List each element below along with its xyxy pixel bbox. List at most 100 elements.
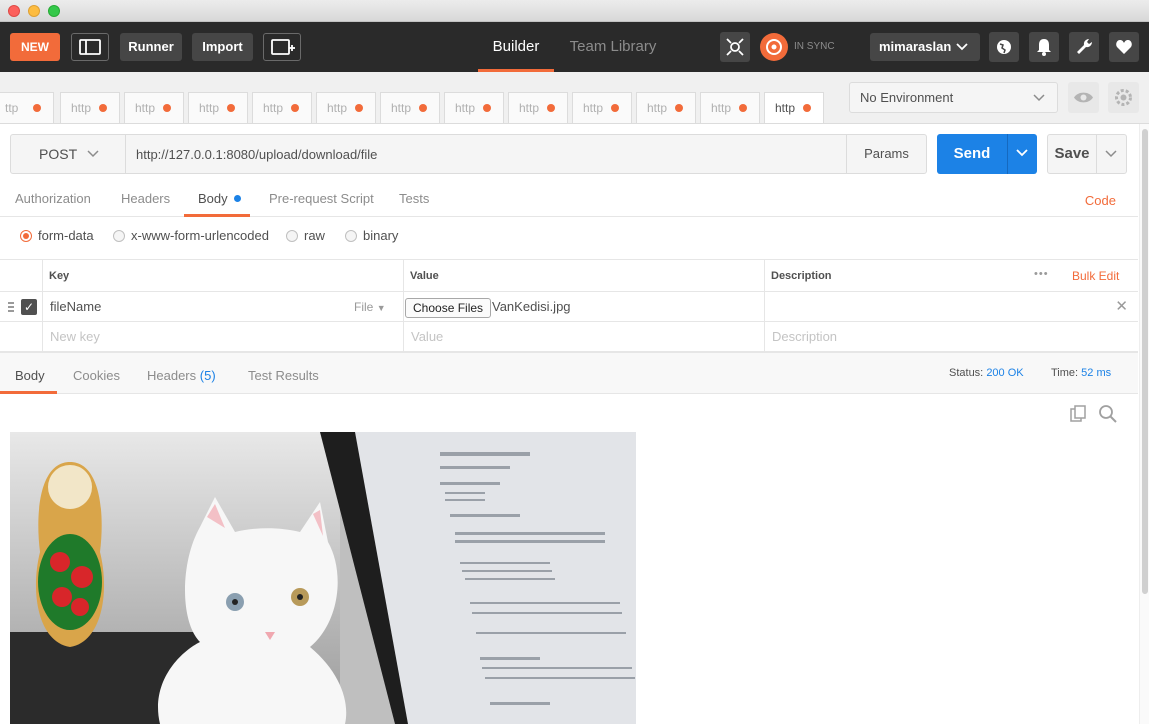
environment-selected: No Environment <box>860 90 954 105</box>
send-button[interactable]: Send <box>937 134 1007 174</box>
headers-count: (5) <box>199 368 216 383</box>
tab-prerequest-script[interactable]: Pre-request Script <box>269 191 374 206</box>
row-key-cell[interactable]: fileName File ▼ <box>42 292 403 322</box>
globe-button[interactable] <box>989 32 1019 62</box>
request-tab-label: http <box>775 101 796 115</box>
tab-body[interactable]: Body <box>198 191 241 206</box>
request-tab[interactable]: http <box>508 92 568 123</box>
request-tab-label: http <box>455 101 476 115</box>
runner-button[interactable]: Runner <box>120 33 182 61</box>
divider <box>764 260 765 352</box>
request-tab[interactable]: http <box>124 92 184 123</box>
request-tab[interactable]: http <box>316 92 376 123</box>
row-value-cell: Choose Files VanKedisi.jpg <box>403 292 764 322</box>
new-window-icon <box>271 39 295 55</box>
unsaved-dot <box>33 104 41 112</box>
user-menu-button[interactable]: mimaraslan <box>870 33 980 61</box>
request-tab-label: http <box>647 101 668 115</box>
manage-environments-button[interactable] <box>1108 82 1139 113</box>
request-tab[interactable]: http <box>572 92 632 123</box>
copy-icon[interactable] <box>1068 404 1088 424</box>
choose-files-button[interactable]: Choose Files <box>405 298 492 318</box>
status-label: Status: <box>949 367 984 379</box>
url-input[interactable] <box>126 134 847 174</box>
import-button[interactable]: Import <box>192 33 253 61</box>
key-type-select[interactable]: File ▼ <box>354 292 386 323</box>
more-options-icon[interactable]: ••• <box>1034 268 1049 280</box>
caret-down-icon: ▼ <box>376 303 386 313</box>
main-scrollbar[interactable] <box>1139 124 1149 724</box>
placeholder-text: Value <box>411 329 444 344</box>
row-key: fileName <box>50 299 102 314</box>
zoom-window-button[interactable] <box>48 5 60 17</box>
unsaved-dot <box>611 104 619 112</box>
scrollbar-thumb[interactable] <box>1142 129 1148 594</box>
close-window-button[interactable] <box>8 5 20 17</box>
save-options-button[interactable] <box>1096 134 1127 174</box>
unsaved-dot <box>803 104 811 112</box>
method-select[interactable]: POST <box>10 134 126 174</box>
radio-binary[interactable]: binary <box>345 228 398 243</box>
unsaved-dot <box>739 104 747 112</box>
row-enabled-checkbox[interactable]: ✓ <box>21 299 37 315</box>
params-button[interactable]: Params <box>846 134 927 174</box>
request-tab[interactable]: http <box>444 92 504 123</box>
radio-form-data[interactable]: form-data <box>20 228 94 243</box>
request-tab-active[interactable]: http <box>764 92 824 123</box>
search-icon[interactable] <box>1098 404 1118 424</box>
request-tab[interactable]: http <box>60 92 120 123</box>
response-tab-cookies[interactable]: Cookies <box>73 368 120 383</box>
request-tab[interactable]: http <box>188 92 248 123</box>
response-tab-body[interactable]: Body <box>15 368 45 383</box>
new-window-button[interactable] <box>263 33 301 61</box>
request-tab[interactable]: http <box>700 92 760 123</box>
request-tab[interactable]: http <box>380 92 440 123</box>
column-header-key: Key <box>42 260 403 292</box>
environment-quick-look-button[interactable] <box>1068 82 1099 113</box>
delete-row-icon[interactable]: ✕ <box>1115 292 1128 322</box>
settings-button[interactable] <box>1069 32 1099 62</box>
send-options-button[interactable] <box>1007 134 1037 174</box>
request-tab[interactable]: ttp <box>0 92 54 123</box>
favorites-button[interactable] <box>1109 32 1139 62</box>
divider <box>42 260 43 352</box>
notifications-button[interactable] <box>1029 32 1059 62</box>
environment-select[interactable]: No Environment <box>849 82 1058 113</box>
response-tab-headers[interactable]: Headers (5) <box>147 368 216 383</box>
new-key-input[interactable]: New key <box>42 322 403 352</box>
request-tab-label: http <box>199 101 220 115</box>
unsaved-dot <box>291 104 299 112</box>
request-tab-label: ttp <box>5 101 19 115</box>
radio-urlencoded[interactable]: x-www-form-urlencoded <box>113 228 269 243</box>
radio-label: binary <box>363 228 399 243</box>
bulk-edit-link[interactable]: Bulk Edit <box>1072 269 1119 283</box>
new-value-input[interactable]: Value <box>403 322 764 352</box>
tab-authorization[interactable]: Authorization <box>15 191 91 206</box>
request-tab[interactable]: http <box>252 92 312 123</box>
tab-builder[interactable]: Builder <box>478 22 554 72</box>
code-link[interactable]: Code <box>1085 193 1116 208</box>
row-description-cell[interactable]: ✕ <box>764 292 1138 322</box>
environment-bar: No Environment <box>840 72 1149 124</box>
tab-team-library[interactable]: Team Library <box>565 22 661 72</box>
new-description-input[interactable]: Description <box>764 322 1138 352</box>
unsaved-dot <box>483 104 491 112</box>
sync-icon[interactable] <box>760 33 788 61</box>
tab-tests[interactable]: Tests <box>399 191 429 206</box>
app-header: NEW Runner Import Builder Team Library I <box>0 22 1149 72</box>
request-tab[interactable]: http <box>636 92 696 123</box>
method-label: POST <box>39 146 78 162</box>
save-button[interactable]: Save <box>1047 134 1097 174</box>
new-button[interactable]: NEW <box>10 33 60 61</box>
radio-icon <box>113 229 125 242</box>
minimize-window-button[interactable] <box>28 5 40 17</box>
response-tab-test-results[interactable]: Test Results <box>248 368 319 383</box>
status-value: 200 OK <box>986 367 1024 379</box>
interceptor-button[interactable] <box>720 32 750 62</box>
tab-headers[interactable]: Headers <box>121 191 170 206</box>
tab-body-label: Body <box>198 191 228 206</box>
drag-handle-icon[interactable] <box>8 302 14 312</box>
sidebar-toggle-button[interactable] <box>71 33 109 61</box>
radio-raw[interactable]: raw <box>286 228 325 243</box>
sync-status: IN SYNC <box>794 41 835 52</box>
